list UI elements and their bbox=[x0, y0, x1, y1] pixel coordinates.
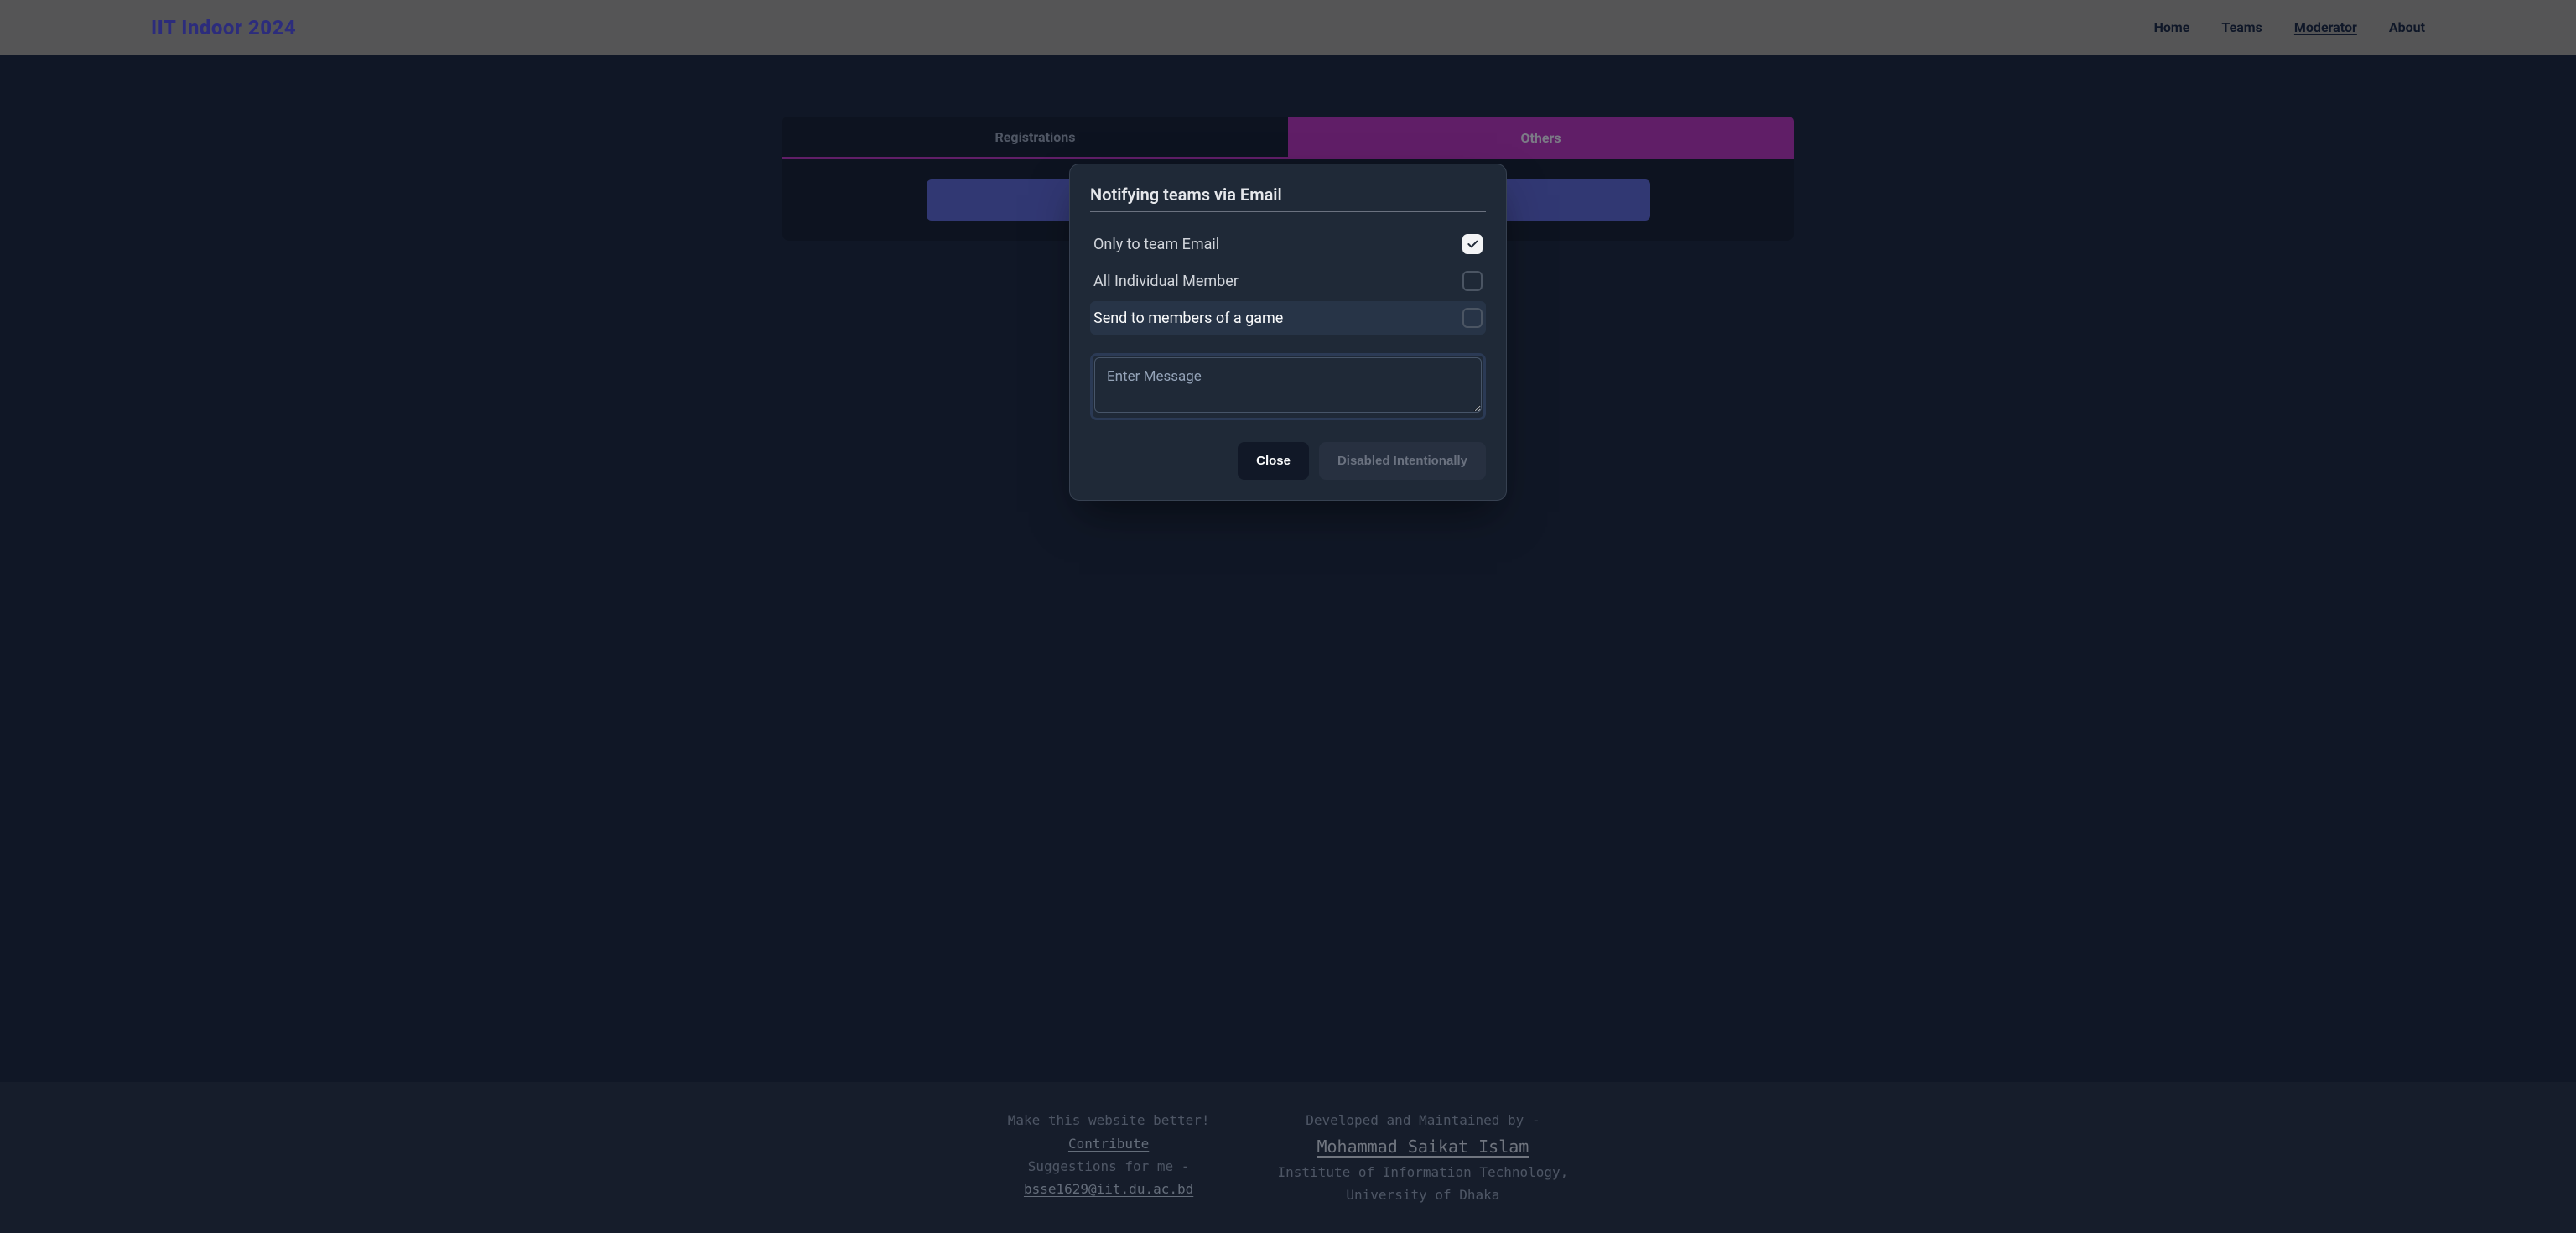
checkbox-individual[interactable] bbox=[1462, 271, 1483, 291]
message-field-wrap bbox=[1090, 353, 1486, 420]
modal-actions: Close Disabled Intentionally bbox=[1090, 442, 1486, 480]
option-game-members[interactable]: Send to members of a game bbox=[1090, 301, 1486, 335]
checkbox-game-members[interactable] bbox=[1462, 308, 1483, 328]
checkbox-team-email[interactable] bbox=[1462, 234, 1483, 254]
option-team-email[interactable]: Only to team Email bbox=[1090, 227, 1486, 261]
disabled-button: Disabled Intentionally bbox=[1319, 442, 1486, 480]
option-list: Only to team Email All Individual Member… bbox=[1090, 227, 1486, 335]
modal-title: Notifying teams via Email bbox=[1090, 185, 1486, 212]
option-team-email-label: Only to team Email bbox=[1093, 236, 1219, 253]
option-game-members-label: Send to members of a game bbox=[1093, 310, 1283, 327]
message-input[interactable] bbox=[1094, 357, 1482, 413]
close-button[interactable]: Close bbox=[1238, 442, 1309, 480]
check-icon bbox=[1466, 237, 1479, 251]
notify-modal: Notifying teams via Email Only to team E… bbox=[1069, 164, 1507, 501]
modal-overlay[interactable]: Notifying teams via Email Only to team E… bbox=[0, 0, 2576, 1233]
option-individual-label: All Individual Member bbox=[1093, 273, 1239, 290]
option-individual[interactable]: All Individual Member bbox=[1090, 264, 1486, 298]
